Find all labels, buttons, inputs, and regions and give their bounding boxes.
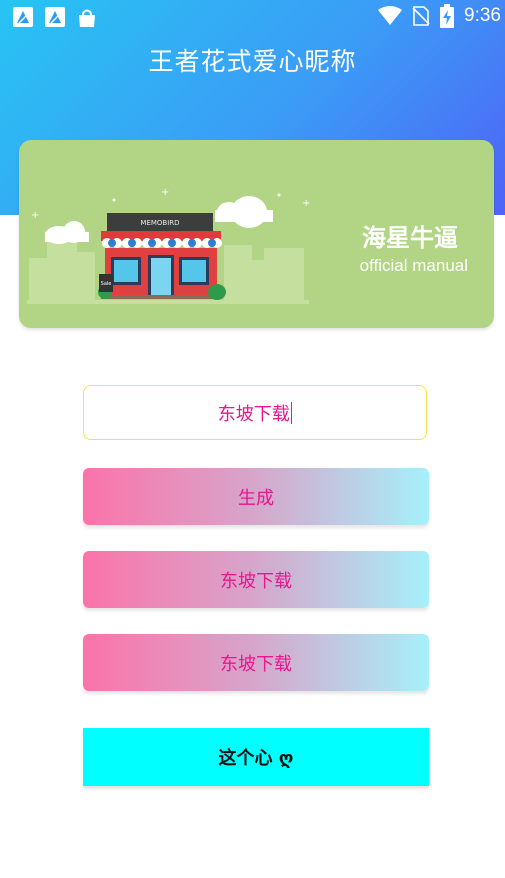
status-bar: 9:36	[0, 0, 505, 34]
shopping-bag-icon	[79, 9, 95, 27]
suffix-symbol-result-label: 东坡下载	[220, 653, 292, 675]
nickname-input-value: 东坡下载	[217, 403, 290, 425]
notification-app-icon	[45, 7, 65, 27]
banner-subtitle: official manual	[359, 256, 468, 275]
nickname-input[interactable]: 东坡下载	[83, 385, 427, 440]
prefix-symbol-result-button[interactable]: 东坡下载	[83, 551, 429, 608]
status-time: 9:36	[464, 5, 501, 26]
svg-text:+: +	[161, 187, 169, 198]
prefix-symbol-result-label: 东坡下载	[220, 570, 292, 592]
heart-symbol-button-label: 这个心 ღ	[218, 748, 294, 769]
svg-text:+: +	[31, 210, 39, 221]
page-title: 王者花式爱心昵称	[148, 47, 357, 76]
banner: + + + MEMOBIRD Sale 海星牛逼 official manual	[19, 140, 494, 328]
wifi-icon	[378, 6, 403, 25]
banner-title: 海星牛逼	[362, 224, 458, 252]
generate-button-label: 生成	[238, 487, 274, 509]
suffix-symbol-result-button[interactable]: 东坡下载	[83, 634, 429, 691]
text-caret	[290, 401, 293, 424]
storefront-illustration: + + + MEMOBIRD Sale	[27, 187, 310, 304]
no-sim-icon	[412, 6, 430, 26]
notification-app-icon	[13, 7, 33, 27]
generate-button[interactable]: 生成	[83, 468, 429, 525]
svg-text:+: +	[302, 198, 310, 209]
heart-symbol-button[interactable]: 这个心 ღ	[83, 728, 429, 786]
store-sign-text: MEMOBIRD	[140, 219, 179, 227]
sale-sign-text: Sale	[101, 281, 112, 287]
battery-charging-icon	[440, 4, 455, 28]
